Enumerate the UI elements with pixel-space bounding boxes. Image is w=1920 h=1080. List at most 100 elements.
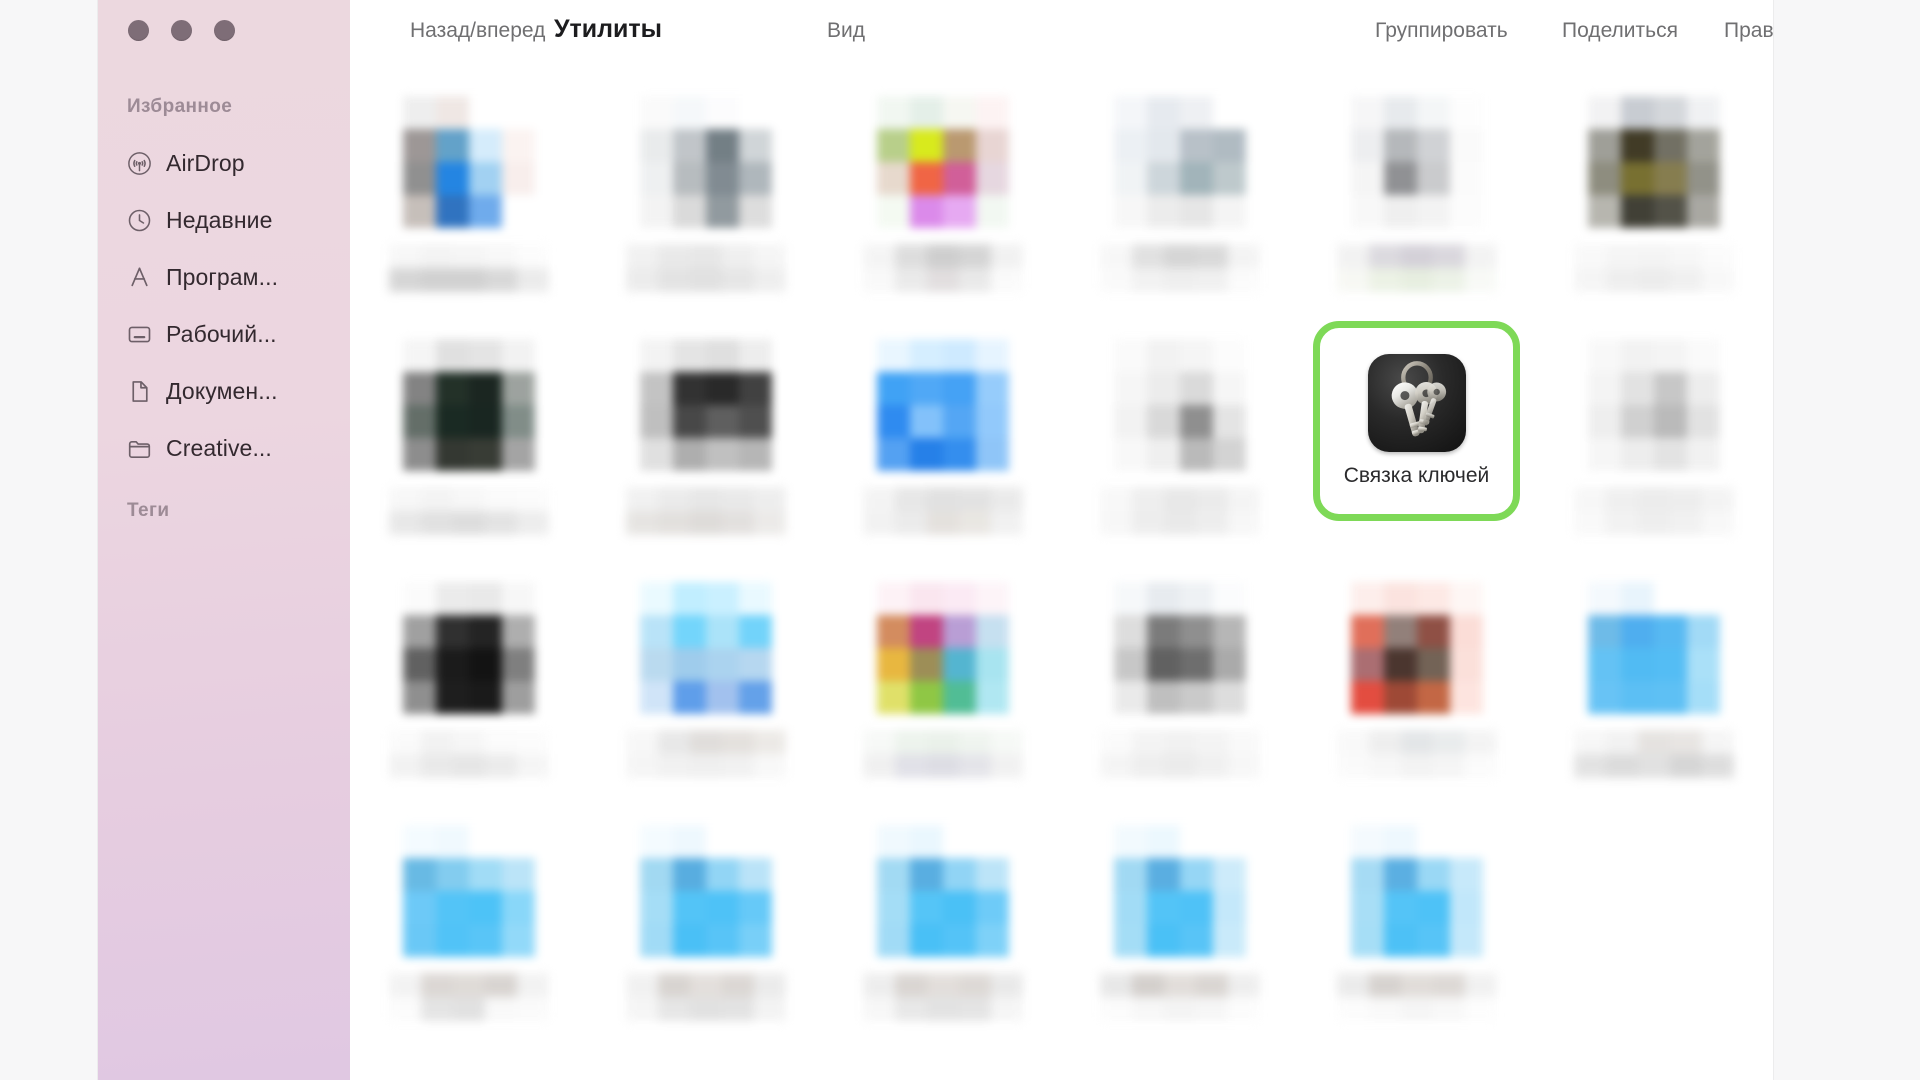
sidebar-item-label: Недавние: [166, 207, 273, 233]
sidebar-item-label: Creative...: [166, 435, 272, 461]
grid-item[interactable]: [1535, 554, 1772, 797]
app-label-blurred: [1336, 730, 1497, 778]
screen: Избранное AirDrop Недавние Програм... Рабоч…: [0, 0, 1920, 1080]
grid-item[interactable]: [824, 311, 1061, 554]
sidebar-item-3[interactable]: Програм...: [98, 249, 350, 306]
sidebar-section-tags: Теги: [127, 500, 170, 521]
app-icon-blurred: [639, 339, 772, 471]
sidebar-item-label: Програм...: [166, 264, 279, 290]
clock-icon: [126, 208, 152, 234]
grid-item[interactable]: [824, 68, 1061, 311]
app-label-blurred: [862, 244, 1023, 292]
grid-item-selected[interactable]: Связка ключей: [1298, 311, 1535, 554]
grid-row: [350, 797, 1773, 1040]
airdrop-icon: [126, 151, 152, 177]
icon-grid: Связка ключей: [350, 68, 1773, 1080]
app-icon-blurred: [1113, 582, 1246, 714]
app-label-blurred: [388, 730, 549, 778]
sidebar-item-label: AirDrop: [166, 150, 245, 176]
app-icon-blurred: [1587, 582, 1720, 714]
app-icon-blurred: [1113, 96, 1246, 228]
app-icon-blurred: [402, 339, 535, 471]
app-label-blurred: [1336, 244, 1497, 292]
sidebar-list: AirDrop Недавние Програм... Рабочий... Докум…: [98, 135, 350, 477]
window-title: Утилиты: [554, 15, 663, 43]
applications-icon: [126, 265, 152, 291]
app-label-blurred: [862, 973, 1023, 1021]
sidebar-section-favorites: Избранное: [127, 96, 233, 117]
grid-item[interactable]: [1535, 68, 1772, 311]
grid-item[interactable]: [1061, 68, 1298, 311]
app-label-blurred: [625, 487, 786, 535]
minimize-button[interactable]: [171, 20, 192, 41]
grid-item[interactable]: [1535, 311, 1772, 554]
grid-item[interactable]: [1535, 797, 1772, 1040]
app-label-blurred: [862, 487, 1023, 535]
app-label-blurred: [862, 730, 1023, 778]
folder-icon: [126, 436, 152, 462]
group-button[interactable]: Группировать: [1375, 19, 1508, 43]
window-controls[interactable]: [128, 20, 235, 41]
grid-item[interactable]: [587, 68, 824, 311]
view-button[interactable]: Вид: [827, 19, 865, 43]
app-label-blurred: [388, 973, 549, 1021]
grid-item[interactable]: [1298, 797, 1535, 1040]
close-button[interactable]: [128, 20, 149, 41]
app-label-blurred: [1573, 487, 1734, 535]
app-label-blurred: [1099, 487, 1260, 535]
grid-item[interactable]: [1298, 554, 1535, 797]
app-icon-blurred: [639, 582, 772, 714]
app-label-blurred: [1573, 244, 1734, 292]
sidebar-item-4[interactable]: Рабочий...: [98, 306, 350, 363]
app-icon-blurred: [639, 825, 772, 957]
app-label-blurred: [1336, 973, 1497, 1021]
app-label-blurred: [625, 973, 786, 1021]
selected-item-content[interactable]: Связка ключей: [1313, 321, 1520, 521]
app-icon-blurred: [639, 96, 772, 228]
app-icon-blurred: [1587, 96, 1720, 228]
app-label-blurred: [1573, 730, 1734, 778]
grid-item[interactable]: [350, 311, 587, 554]
sidebar-item-2[interactable]: Недавние: [98, 192, 350, 249]
sidebar-item-label: Рабочий...: [166, 321, 277, 347]
finder-window: Избранное AirDrop Недавние Програм... Рабоч…: [98, 0, 1773, 1080]
app-icon-blurred: [1587, 339, 1720, 471]
grid-item[interactable]: [587, 554, 824, 797]
app-label-blurred: [1099, 730, 1260, 778]
grid-item[interactable]: [350, 797, 587, 1040]
app-label-blurred: [1099, 973, 1260, 1021]
app-icon-blurred: [876, 96, 1009, 228]
sidebar-item-1[interactable]: AirDrop: [98, 135, 350, 192]
grid-item[interactable]: [587, 797, 824, 1040]
desktop-icon: [126, 322, 152, 348]
zoom-button[interactable]: [214, 20, 235, 41]
sidebar: Избранное AirDrop Недавние Програм... Рабоч…: [98, 0, 350, 1080]
grid-item[interactable]: [350, 554, 587, 797]
app-icon-blurred: [1350, 582, 1483, 714]
grid-row: [350, 68, 1773, 311]
app-label-blurred: [1099, 244, 1260, 292]
back-forward-button[interactable]: Назад/вперед: [410, 19, 545, 43]
grid-item[interactable]: [824, 797, 1061, 1040]
grid-item[interactable]: [1061, 554, 1298, 797]
app-label-blurred: [388, 487, 549, 535]
share-button[interactable]: Поделиться: [1562, 19, 1678, 43]
edit-tags-button[interactable]: Править теги: [1724, 19, 1773, 43]
grid-item[interactable]: [1061, 311, 1298, 554]
app-label-blurred: [388, 244, 549, 292]
sidebar-item-6[interactable]: Creative...: [98, 420, 350, 477]
grid-row: [350, 554, 1773, 797]
app-label-blurred: [625, 244, 786, 292]
document-icon: [126, 379, 152, 405]
grid-item[interactable]: [350, 68, 587, 311]
grid-item[interactable]: [1298, 68, 1535, 311]
grid-item[interactable]: [587, 311, 824, 554]
app-icon-blurred: [876, 339, 1009, 471]
app-icon-blurred: [1113, 339, 1246, 471]
grid-item[interactable]: [1061, 797, 1298, 1040]
sidebar-item-5[interactable]: Докумен...: [98, 363, 350, 420]
app-icon-blurred: [402, 825, 535, 957]
app-icon-blurred: [876, 825, 1009, 957]
app-icon-blurred: [876, 582, 1009, 714]
grid-item[interactable]: [824, 554, 1061, 797]
